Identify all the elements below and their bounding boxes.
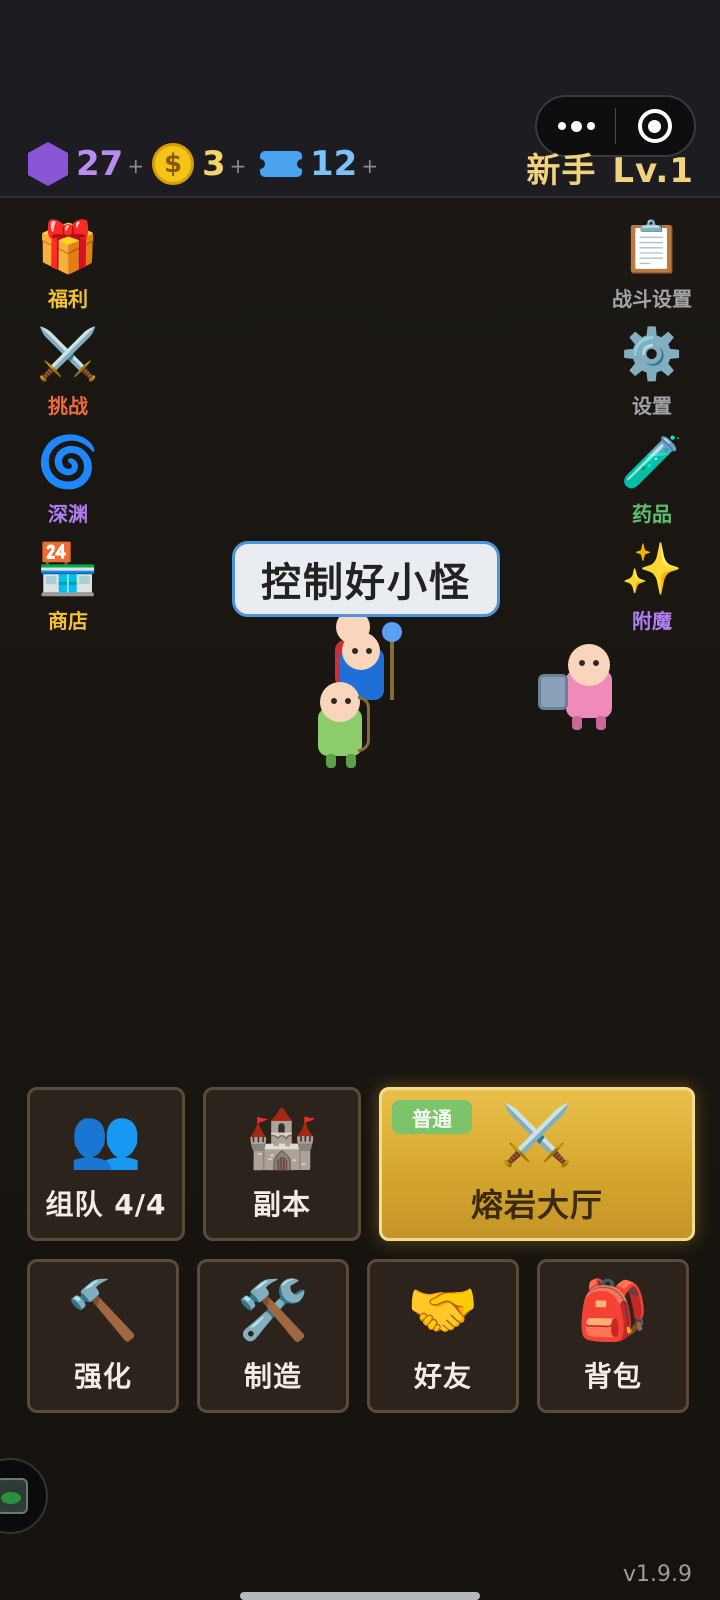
potion-button[interactable]: 🧪 药品 <box>597 430 707 528</box>
enhance-button[interactable]: 🔨 强化 <box>27 1259 179 1413</box>
team-label: 组队 4/4 <box>45 1188 167 1221</box>
abyss-button[interactable]: 🌀 深渊 <box>13 430 123 528</box>
craft-label: 制造 <box>243 1360 302 1393</box>
minion-head <box>568 644 610 686</box>
shield-icon <box>538 674 568 710</box>
archer-head <box>320 682 360 722</box>
enhance-label: 强化 <box>73 1360 132 1393</box>
abyss-label: 深渊 <box>48 502 88 526</box>
sparkles-icon: ✨ <box>620 540 684 598</box>
potion-label: 药品 <box>632 502 672 526</box>
shop-label: 商店 <box>48 609 88 633</box>
player-level: Lv.1 <box>612 151 694 191</box>
coin-value: 3 <box>202 144 226 184</box>
ticket-plus: + <box>361 154 379 178</box>
friends-label: 好友 <box>413 1360 472 1393</box>
rank-title: 新手 <box>526 151 597 191</box>
craft-button[interactable]: 🛠️ 制造 <box>197 1259 349 1413</box>
shop-button[interactable]: 🏪 商店 <box>13 537 123 635</box>
team-icon: 👥 <box>69 1104 143 1172</box>
gear-icon: ⚙️ <box>620 325 684 383</box>
target-icon <box>637 109 672 143</box>
friends-button[interactable]: 🤝 好友 <box>367 1259 519 1413</box>
bow <box>358 696 370 752</box>
settings-label: 设置 <box>632 394 672 418</box>
gem-value: 27 <box>76 144 124 184</box>
more-dot-icon <box>557 122 566 130</box>
lava-hall-button[interactable]: 普通 ⚔️ 熔岩大厅 <box>379 1087 695 1241</box>
gem-plus: + <box>127 154 145 178</box>
version-label: v1.9.9 <box>623 1562 692 1587</box>
welfare-label: 福利 <box>48 287 88 311</box>
gem-icon <box>28 142 68 186</box>
gift-icon: 🎁 <box>36 218 100 276</box>
shop-icon: 🏪 <box>36 540 100 598</box>
player-rank: 新手 Lv.1 <box>526 143 694 192</box>
floating-assistant-button[interactable] <box>0 1458 48 1534</box>
ticket-value: 12 <box>310 144 358 184</box>
lava-hall-label: 熔岩大厅 <box>470 1186 603 1224</box>
ticket-counter[interactable]: 12 + <box>255 142 379 186</box>
backpack-button[interactable]: 🎒 背包 <box>537 1259 689 1413</box>
hammer-icon: 🔨 <box>66 1276 140 1344</box>
more-dot-icon <box>586 122 595 130</box>
gem-counter[interactable]: 27 + <box>28 142 144 186</box>
backpack-icon: 🎒 <box>576 1276 650 1344</box>
settings-button[interactable]: ⚙️ 设置 <box>597 322 707 420</box>
staff-orb <box>382 622 402 642</box>
tools-icon: 🛠️ <box>236 1276 310 1344</box>
clipboard-icon: 📋 <box>620 218 684 276</box>
coin-counter[interactable]: $ 3 + <box>152 142 246 186</box>
battle-settings-label: 战斗设置 <box>612 287 692 311</box>
team-button[interactable]: 👥 组队 4/4 <box>27 1087 185 1241</box>
game-screen: 27 + $ 3 + 12 + 新手 Lv.1 🎁 福利 ⚔️ 挑战 🌀 深渊 🏪… <box>0 0 720 1600</box>
swirl-icon: 🌀 <box>36 433 100 491</box>
challenge-label: 挑战 <box>48 394 88 418</box>
player-party <box>300 600 420 770</box>
dungeon-button[interactable]: 🏰 副本 <box>203 1087 361 1241</box>
enemy-minion <box>538 642 618 732</box>
crossed-swords-icon: ⚔️ <box>500 1101 574 1169</box>
dungeon-label: 副本 <box>252 1188 311 1221</box>
test-tube-icon: 🧪 <box>620 433 684 491</box>
difficulty-tag: 普通 <box>392 1100 472 1134</box>
coin-plus: + <box>229 154 247 178</box>
enchant-button[interactable]: ✨ 附魔 <box>597 537 707 635</box>
mage-head <box>342 632 380 670</box>
enchant-label: 附魔 <box>632 609 672 633</box>
crossed-swords-icon: ⚔️ <box>36 325 100 383</box>
castle-icon: 🏰 <box>245 1104 319 1172</box>
home-indicator[interactable] <box>240 1592 480 1600</box>
chat-robot-icon <box>0 1478 28 1514</box>
battle-settings-button[interactable]: 📋 战斗设置 <box>597 215 707 313</box>
ticket-icon <box>255 151 307 177</box>
hint-bubble: 控制好小怪 <box>232 541 500 617</box>
more-dot-icon <box>570 120 582 132</box>
challenge-button[interactable]: ⚔️ 挑战 <box>13 322 123 420</box>
welfare-button[interactable]: 🎁 福利 <box>13 215 123 313</box>
handshake-icon: 🤝 <box>406 1276 480 1344</box>
backpack-label: 背包 <box>583 1360 642 1393</box>
coin-icon: $ <box>152 143 194 185</box>
